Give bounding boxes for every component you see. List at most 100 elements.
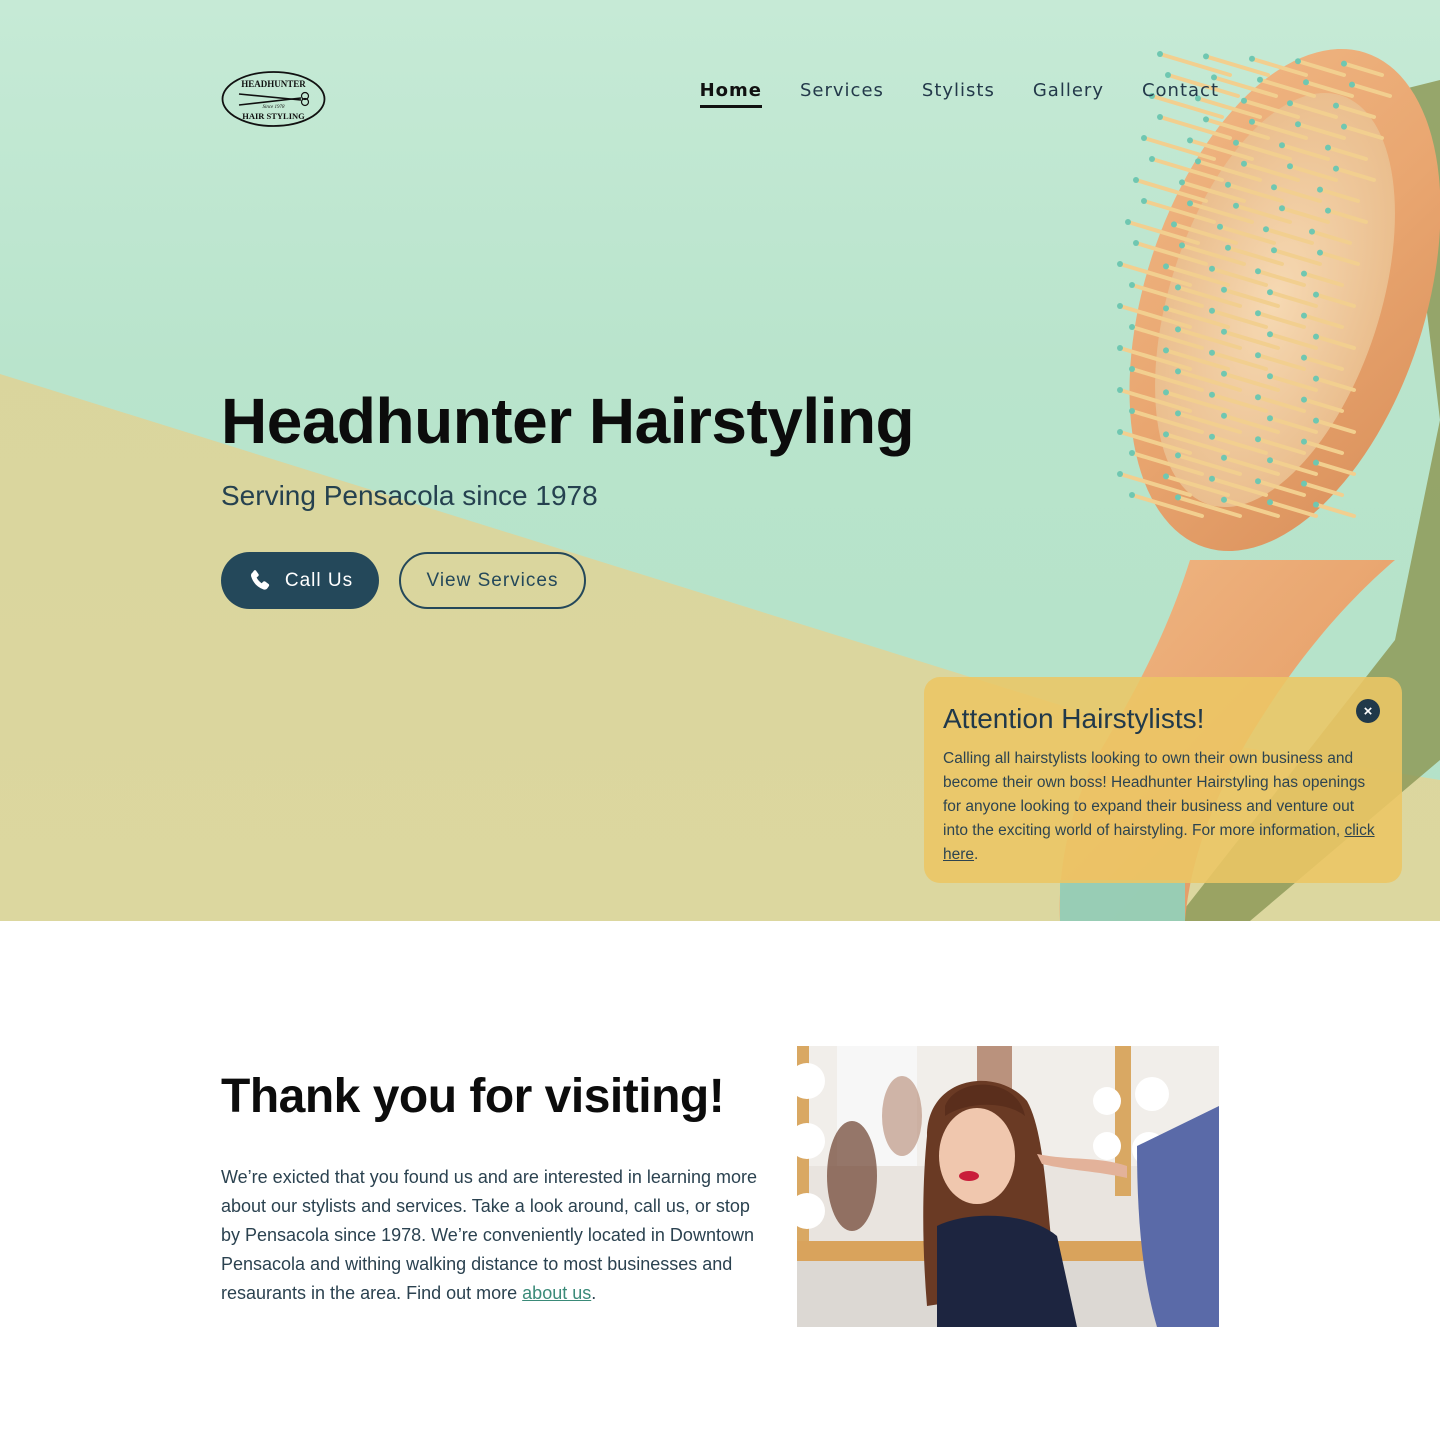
brush-bristle-tip — [1157, 114, 1163, 120]
close-icon[interactable]: × — [1356, 699, 1380, 723]
brush-bristle-tip — [1141, 135, 1147, 141]
brush-bristle-tip — [1163, 389, 1169, 396]
brush-bristle-tip — [1187, 137, 1193, 144]
brush-bristle-tip — [1209, 475, 1215, 482]
logo-since-text: Since 1978 — [262, 105, 285, 110]
brush-bristle-tip — [1175, 284, 1181, 291]
welcome-section: Thank you for visiting! We’re exicted th… — [0, 921, 1440, 1440]
brush-bristle-tip — [1301, 312, 1307, 319]
brush-bristle-tip — [1209, 265, 1215, 272]
nav-contact[interactable]: Contact — [1142, 80, 1219, 105]
brush-bristle-tip — [1279, 205, 1285, 212]
brush-bristle-tip — [1209, 349, 1215, 356]
nav-gallery[interactable]: Gallery — [1033, 80, 1104, 105]
brush-bristle-tip — [1175, 326, 1181, 333]
brush-bristle-tip — [1221, 454, 1227, 461]
brush-bristle-tip — [1221, 370, 1227, 377]
brush-bristle-tip — [1203, 116, 1209, 123]
brush-bristle — [1158, 52, 1232, 77]
brush-bristle-tip — [1129, 450, 1135, 456]
brush-bristle-tip — [1117, 345, 1123, 351]
brush-bristle-tip — [1225, 181, 1231, 188]
brush-bristle-tip — [1267, 331, 1273, 338]
brush-bristle-tip — [1255, 394, 1261, 401]
brush-bristle-tip — [1225, 244, 1231, 251]
about-us-link[interactable]: about us — [522, 1283, 591, 1303]
brush-bristle-tip — [1249, 118, 1255, 125]
brush-bristle-tip — [1287, 100, 1293, 107]
brush-bristle-tip — [1179, 179, 1185, 186]
brush-bristle-tip — [1313, 375, 1319, 382]
brush-bristle-tip — [1149, 156, 1155, 162]
nav-services[interactable]: Services — [800, 80, 884, 105]
brush-bristle-tip — [1117, 303, 1123, 309]
welcome-title: Thank you for visiting! — [221, 1070, 725, 1123]
brush-bristle-tip — [1255, 268, 1261, 275]
brush-bristle-tip — [1325, 144, 1331, 151]
nav-home[interactable]: Home — [699, 80, 763, 108]
logo-top-text: HEADHUNTER — [241, 79, 306, 89]
brush-bristle-tip — [1129, 282, 1135, 288]
notice-title: Attention Hairstylists! — [943, 703, 1205, 734]
brush-bristle-tip — [1301, 270, 1307, 277]
brush-bristle-tip — [1295, 121, 1301, 128]
notice-trailing: . — [974, 846, 979, 863]
welcome-text: We’re exicted that you found us and are … — [221, 1167, 757, 1303]
brush-bristle-tip — [1117, 429, 1123, 435]
salon-photo — [797, 1046, 1219, 1327]
brush-bristle-tip — [1187, 200, 1193, 207]
notice-body: Calling all hairstylists looking to own … — [943, 747, 1382, 867]
brush-bristle-tip — [1175, 410, 1181, 417]
brush-bristle-tip — [1175, 452, 1181, 459]
brush-bristle-tip — [1317, 249, 1323, 256]
brush-bristle-tip — [1267, 499, 1273, 506]
brush-bristle-tip — [1325, 207, 1331, 214]
brush-bristle-tip — [1255, 352, 1261, 359]
brush-bristle-tip — [1267, 415, 1273, 422]
brush-bristle-tip — [1141, 198, 1147, 204]
brush-bristle-tip — [1241, 97, 1247, 104]
notice-text: Calling all hairstylists looking to own … — [943, 750, 1366, 839]
brush-bristle-tip — [1179, 242, 1185, 249]
brush-bristle-tip — [1263, 226, 1269, 233]
brush-bristle-tip — [1255, 310, 1261, 317]
main-nav: Home Services Stylists Gallery Contact — [699, 80, 1219, 108]
brush-bristle-tip — [1313, 417, 1319, 424]
brush-bristle-tip — [1267, 373, 1273, 380]
brush-bristle-tip — [1295, 58, 1301, 65]
brush-bristle-tip — [1341, 123, 1347, 130]
hero-title: Headhunter Hairstyling — [221, 385, 915, 457]
brush-bristle-tip — [1209, 307, 1215, 314]
brush-bristle-tip — [1279, 142, 1285, 149]
brush-bristle-tip — [1233, 202, 1239, 209]
brush-bristle-tip — [1175, 494, 1181, 501]
brush-bristle-tip — [1163, 473, 1169, 480]
brush-bristle-tip — [1317, 186, 1323, 193]
brush-bristle-tip — [1117, 471, 1123, 477]
hiring-notice: Attention Hairstylists! × Calling all ha… — [924, 677, 1402, 883]
nav-stylists[interactable]: Stylists — [922, 80, 995, 105]
brush-bristle-tip — [1133, 177, 1139, 183]
hero-subtitle: Serving Pensacola since 1978 — [221, 480, 598, 511]
logo[interactable]: HEADHUNTER Since 1978 HAIR STYLING — [221, 70, 326, 128]
brush-bristle-tip — [1313, 459, 1319, 466]
call-us-button[interactable]: Call Us — [221, 552, 379, 609]
brush-bristle-tip — [1349, 81, 1355, 88]
brush-bristle-tip — [1175, 368, 1181, 375]
hero-actions: Call Us View Services — [221, 552, 586, 609]
brush-bristle-tip — [1301, 438, 1307, 445]
brush-bristle-tip — [1125, 219, 1131, 225]
hero-section: HEADHUNTER Since 1978 HAIR STYLING Home … — [0, 0, 1440, 921]
view-services-label: View Services — [426, 569, 559, 591]
view-services-button[interactable]: View Services — [399, 552, 586, 609]
brush-bristle-tip — [1341, 60, 1347, 67]
brush-bristle-tip — [1133, 240, 1139, 246]
brush-bristle-tip — [1313, 501, 1319, 508]
brush-bristle-tip — [1267, 289, 1273, 296]
brush-bristle-tip — [1301, 354, 1307, 361]
brush-bristle-tip — [1221, 286, 1227, 293]
brush-bristle-tip — [1195, 158, 1201, 165]
brush-bristle-tip — [1333, 102, 1339, 109]
welcome-body: We’re exicted that you found us and are … — [221, 1163, 761, 1308]
brush-bristle-tip — [1333, 165, 1339, 172]
